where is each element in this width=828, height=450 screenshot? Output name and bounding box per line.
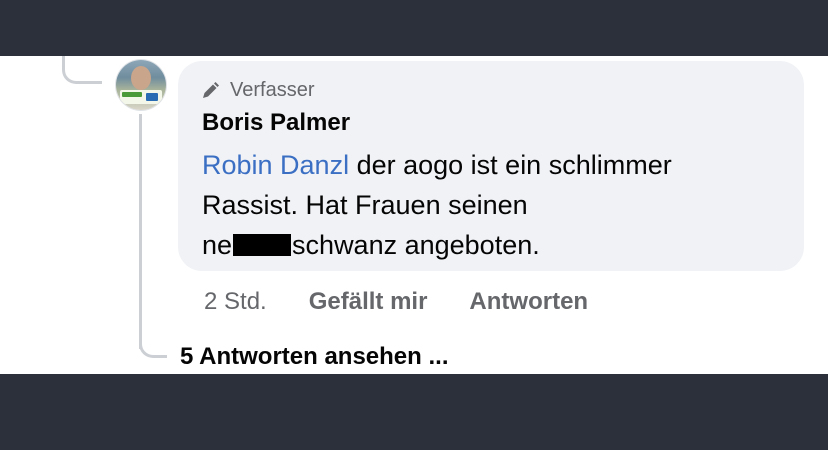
comment-actions: 2 Std. Gefällt mir Antworten <box>204 288 588 316</box>
thread-connector-top <box>62 56 102 84</box>
avatar-banner-blue <box>146 93 158 101</box>
comment-author[interactable]: Boris Palmer <box>202 109 350 137</box>
author-role-label: Verfasser <box>230 79 315 101</box>
comment-text: Robin Danzl der aogo ist ein schlimmer R… <box>202 145 782 265</box>
author-role-badge: Verfasser <box>200 79 314 102</box>
thread-connector-vertical <box>139 114 142 349</box>
pencil-icon <box>200 81 220 101</box>
comment-bubble: Verfasser Boris Palmer Robin Danzl der a… <box>178 61 804 271</box>
like-button[interactable]: Gefällt mir <box>309 288 428 316</box>
avatar[interactable] <box>116 60 166 110</box>
mention-link[interactable]: Robin Danzl <box>202 150 349 180</box>
avatar-face <box>131 66 151 90</box>
comment-text-line1: der aogo ist ein schlimmer <box>349 150 672 180</box>
view-replies-link[interactable]: 5 Antworten ansehen ... <box>180 343 449 371</box>
comment-text-line3-start: ne <box>202 230 233 260</box>
thread-connector-replies <box>139 336 167 358</box>
comment-text-line3-end: schwanz angeboten. <box>292 230 540 260</box>
avatar-banner-green <box>122 92 142 97</box>
comment-timestamp[interactable]: 2 Std. <box>204 288 267 316</box>
comment-text-line2: Rassist. Hat Frauen seinen <box>202 190 528 220</box>
comment-thread-panel: Verfasser Boris Palmer Robin Danzl der a… <box>0 56 828 374</box>
reply-button[interactable]: Antworten <box>469 288 588 316</box>
redaction-bar <box>233 234 292 256</box>
